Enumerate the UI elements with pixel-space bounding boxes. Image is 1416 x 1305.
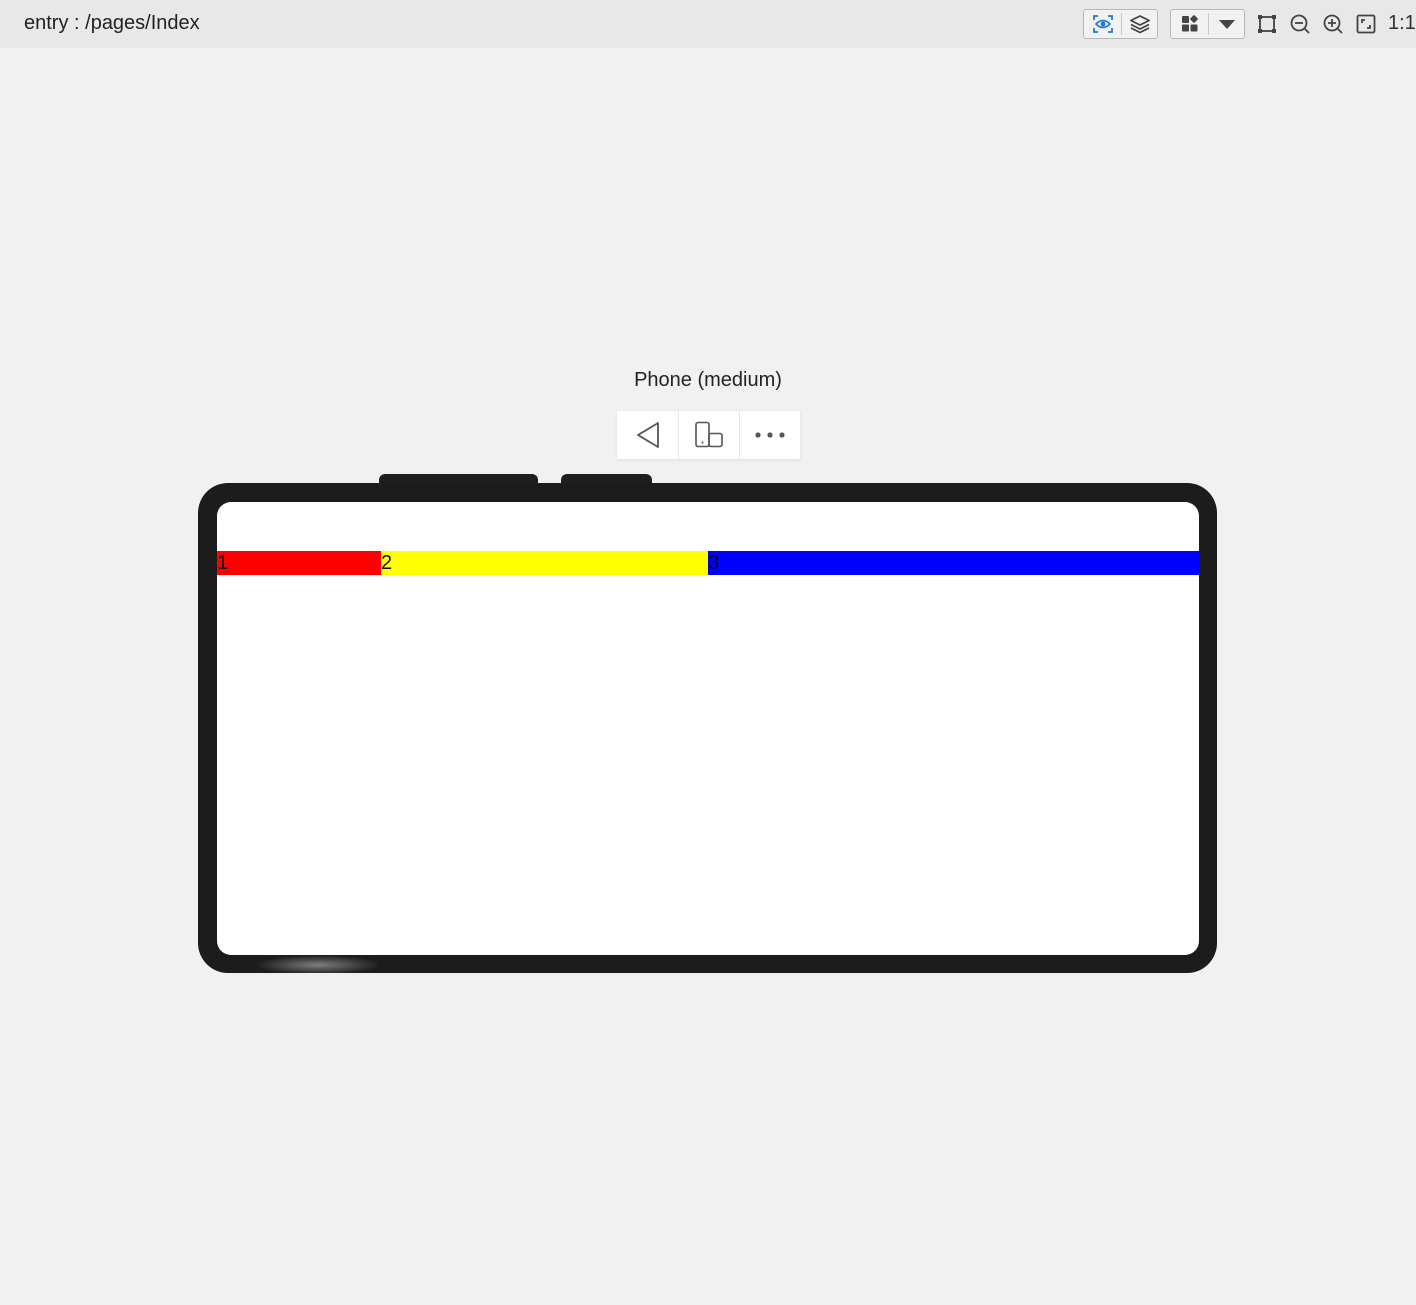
- back-triangle-icon: [636, 422, 659, 448]
- top-toolbar: entry : /pages/Index 1:1: [0, 0, 1416, 48]
- caret-down-icon: [1219, 20, 1235, 29]
- components-dropdown[interactable]: [1209, 10, 1245, 38]
- device-toolbar: [617, 411, 800, 459]
- more-button[interactable]: [739, 411, 800, 459]
- zoom-in-button[interactable]: [1319, 10, 1347, 38]
- components-grid-icon: [1182, 15, 1198, 32]
- layers-icon: [1130, 15, 1150, 34]
- rotate-device-icon: [694, 421, 723, 448]
- fit-screen-icon: [1356, 14, 1376, 34]
- eye-scan-icon: [1093, 15, 1113, 33]
- more-dots-icon: [754, 432, 785, 438]
- zoom-out-button[interactable]: [1286, 10, 1314, 38]
- components-button[interactable]: [1172, 10, 1208, 38]
- layers-button[interactable]: [1122, 10, 1158, 38]
- preview-toggle-group: [1083, 9, 1158, 39]
- zoom-out-icon: [1290, 14, 1310, 34]
- rotate-button[interactable]: [678, 411, 739, 459]
- preview-button[interactable]: [1085, 10, 1121, 38]
- actual-size-button[interactable]: 1:1: [1388, 12, 1416, 35]
- fit-screen-button[interactable]: [1352, 10, 1380, 38]
- flex-item-2: 2: [381, 551, 708, 575]
- components-group: [1170, 9, 1245, 39]
- page-path-label: entry : /pages/Index: [24, 12, 200, 34]
- zoom-in-icon: [1323, 14, 1343, 34]
- flex-item-1: 1: [217, 551, 381, 575]
- flex-item-3: 3: [708, 551, 1199, 575]
- frame-icon: [1258, 15, 1276, 33]
- device-screen: 1 2 3: [217, 502, 1199, 955]
- frame-button[interactable]: [1253, 10, 1281, 38]
- device-name-label: Phone (medium): [634, 369, 782, 391]
- back-button[interactable]: [617, 411, 678, 459]
- flex-row: 1 2 3: [217, 551, 1199, 575]
